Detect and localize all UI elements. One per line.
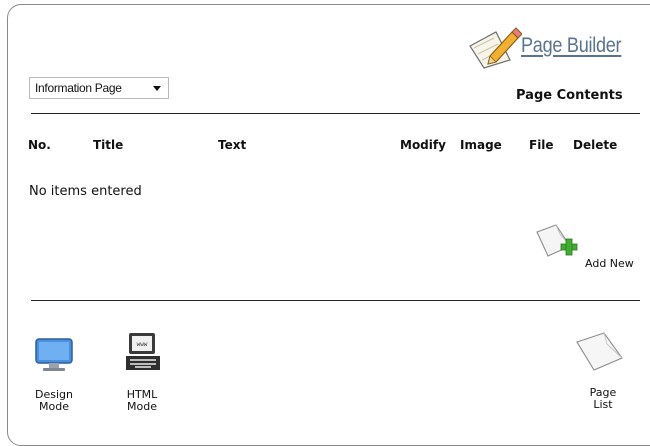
column-header-title: Title	[93, 138, 124, 152]
empty-message: No items entered	[29, 184, 142, 199]
column-header-file: File	[529, 138, 554, 152]
add-new-icon[interactable]	[534, 222, 580, 262]
column-header-no: No.	[28, 138, 51, 152]
app-title[interactable]: Page Builder	[521, 34, 622, 58]
section-title: Page Contents	[516, 88, 623, 103]
column-header-text: Text	[218, 138, 247, 152]
design-mode-label: Mode	[39, 400, 69, 413]
html-mode-button[interactable]: HTML Mode	[116, 389, 168, 413]
monitor-icon[interactable]	[34, 337, 74, 373]
chevron-down-icon	[153, 86, 161, 91]
column-header-delete: Delete	[573, 138, 618, 152]
page-type-value: Information Page	[35, 81, 122, 95]
column-header-modify: Modify	[400, 138, 446, 152]
html-mode-label: Mode	[127, 400, 157, 413]
divider	[31, 300, 640, 301]
add-new-button[interactable]: Add New	[585, 257, 634, 270]
page-list-button[interactable]: Page List	[578, 387, 628, 411]
page-list-icon[interactable]	[574, 330, 626, 372]
page-type-select[interactable]: Information Page	[29, 77, 169, 99]
page-builder-icon	[469, 27, 522, 69]
column-header-image: Image	[460, 138, 502, 152]
divider	[31, 113, 640, 114]
laptop-code-icon[interactable]: www	[123, 330, 163, 374]
svg-text:www: www	[137, 341, 148, 348]
page-list-label: List	[593, 398, 613, 411]
design-mode-button[interactable]: Design Mode	[28, 389, 80, 413]
